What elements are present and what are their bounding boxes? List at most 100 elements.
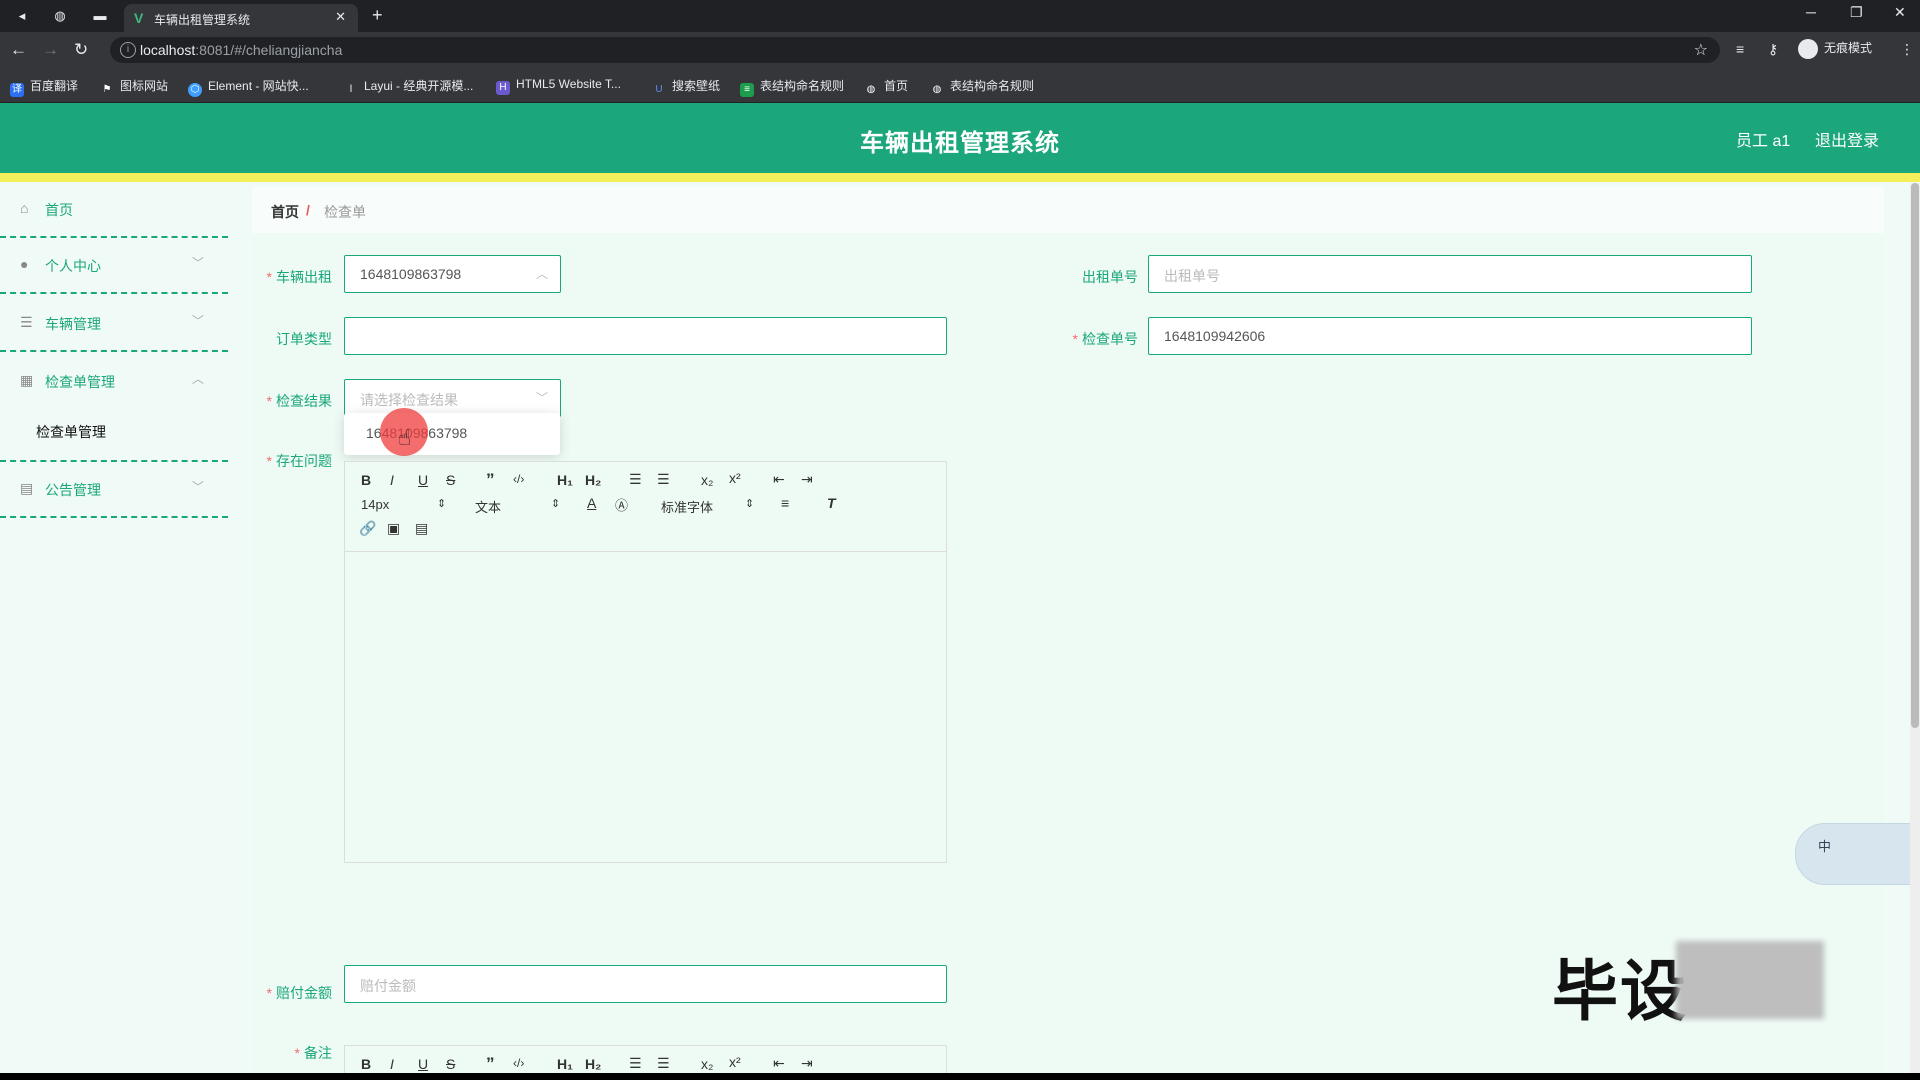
ordered-list-icon[interactable]: ☰ [629,1055,642,1072]
speaker-icon[interactable]: ◂ [12,6,32,26]
browser-menu-icon[interactable]: ⋮ [1900,41,1914,58]
strike-icon[interactable]: S [446,472,455,488]
h1-icon[interactable]: H₁ [557,1056,573,1072]
ime-floating-widget[interactable]: 中 [1795,823,1920,885]
breadcrumb-home[interactable]: 首页 [271,202,299,222]
close-tab-icon[interactable]: ✕ [335,9,346,25]
indent-right-icon[interactable]: ⇥ [801,471,813,488]
car-rent-select[interactable]: 1648109863798 ︿ [344,255,561,293]
bold-icon[interactable]: B [361,1056,371,1072]
window-icon[interactable]: ▬ [90,6,110,26]
rent-no-placeholder: 出租单号 [1164,268,1220,284]
image-icon[interactable]: ▣ [387,520,400,537]
sidebar-item-checklists[interactable]: ▦ 检查单管理 ︿ 检查单管理 [0,354,228,462]
key-icon[interactable]: ⚷ [1768,41,1778,58]
app-header: 车辆出租管理系统 员工 a1 退出登录 [0,103,1920,173]
problems-editor[interactable]: B I U S ” ‹/› H₁ H₂ ☰ ☰ x₂ x² ⇤ ⇥ 14px ⇕… [344,461,947,863]
bookmark-item[interactable]: ⬡ Element - 网站快... [188,77,309,97]
bookmark-item[interactable]: l Layui - 经典开源模... [344,77,473,97]
order-type-input[interactable] [344,317,947,355]
reload-icon[interactable]: ↻ [74,40,88,60]
bottom-strip [0,1073,1920,1080]
submenu-checklist-manage[interactable]: 检查单管理 [36,422,106,442]
link-icon[interactable]: 🔗 [359,520,376,537]
italic-icon[interactable]: I [390,472,394,488]
sidebar-item-personal[interactable]: ● 个人中心 ﹀ [0,238,228,294]
align-icon[interactable]: ≡ [781,495,789,511]
bookmark-item[interactable]: ⚑ 图标网站 [100,77,169,97]
italic-icon[interactable]: I [390,1056,394,1072]
minimize-icon[interactable]: ─ [1806,4,1816,20]
sidebar-item-notices[interactable]: ▤ 公告管理 ﹀ [0,462,228,518]
underline-icon[interactable]: U [418,472,428,488]
bookmark-item[interactable]: ◍ 表结构命名规则 [930,77,1034,97]
check-no-input[interactable]: 1648109942606 [1148,317,1752,355]
remark-editor[interactable]: B I U S ” ‹/› H₁ H₂ ☰ ☰ x₂ x² ⇤ ⇥ [344,1045,947,1073]
bookmark-item[interactable]: H HTML5 Website T... [496,77,621,95]
rent-no-input[interactable]: 出租单号 [1148,255,1752,293]
sidebar-item-home[interactable]: ⌂ 首页 [0,182,228,238]
bullet-list-icon[interactable]: ☰ [657,1055,670,1072]
sidebar-item-vehicles[interactable]: ☰ 车辆管理 ﹀ [0,296,228,352]
sidebar-item-label: 个人中心 [45,258,101,274]
indent-left-icon[interactable]: ⇤ [773,1055,785,1072]
bookmark-item[interactable]: 译百度翻译 [10,77,78,97]
video-icon[interactable]: ▤ [415,520,428,537]
current-user[interactable]: 员工 a1 [1736,127,1790,151]
layui-icon: l [349,84,353,95]
text-type-select[interactable]: 文本 [475,497,501,516]
browser-tab-active[interactable]: V 车辆出租管理系统 ✕ [124,4,358,32]
ordered-list-icon[interactable]: ☰ [629,471,642,488]
forward-icon[interactable]: → [42,40,59,60]
bookmark-item[interactable]: U 搜索壁纸 [652,77,720,97]
bookmark-label: Layui - 经典开源模... [364,79,474,93]
globe-icon[interactable]: ◍ [50,6,70,26]
url-field[interactable]: i localhost:8081/#/cheliangjiancha ☆ [110,37,1720,63]
bookmark-item[interactable]: ≡ 表结构命名规则 [740,77,844,97]
h2-icon[interactable]: H₂ [585,472,601,488]
bg-color-icon[interactable]: Ⓐ [615,495,628,514]
strike-icon[interactable]: S [446,1056,455,1072]
h1-icon[interactable]: H₁ [557,472,573,488]
watermark-blur [1676,941,1824,1019]
hand-cursor-icon: ☝ [398,425,412,450]
subscript-icon[interactable]: x₂ [701,1056,713,1072]
indent-right-icon[interactable]: ⇥ [801,1055,813,1072]
font-color-icon[interactable]: A [587,495,596,511]
bold-icon[interactable]: B [361,472,371,488]
logout-button[interactable]: 退出登录 [1815,127,1879,151]
subscript-icon[interactable]: x₂ [701,472,713,488]
check-result-select[interactable]: 请选择检查结果 ﹀ [344,379,561,417]
scrollbar-thumb[interactable] [1911,183,1919,728]
editor-toolbar: B I U S ” ‹/› H₁ H₂ ☰ ☰ x₂ x² ⇤ ⇥ 14px ⇕… [345,462,946,552]
clear-format-icon[interactable]: T [827,495,836,511]
quote-icon[interactable]: ” [486,470,495,490]
compensation-input[interactable]: 赔付金额 [344,965,947,1003]
superscript-icon[interactable]: x² [729,470,741,486]
page-scrollbar[interactable] [1910,183,1920,1073]
reading-list-icon[interactable]: ≡ [1736,41,1744,57]
bookmark-star-icon[interactable]: ☆ [1694,40,1708,60]
close-window-icon[interactable]: ✕ [1894,4,1906,21]
sidebar-item-label: 公告管理 [45,482,101,498]
compensation-placeholder: 赔付金额 [360,978,416,994]
code-icon[interactable]: ‹/› [513,472,524,486]
quote-icon[interactable]: ” [486,1054,495,1073]
restore-icon[interactable]: ❐ [1850,4,1863,21]
info-icon[interactable]: i [120,42,136,58]
notice-icon: ▤ [20,480,34,496]
url-rest: :8081/#/cheliangjiancha [195,42,343,58]
select-arrow-icon: ⇕ [551,498,561,510]
new-tab-button[interactable]: + [372,5,383,26]
code-icon[interactable]: ‹/› [513,1056,524,1070]
bullet-list-icon[interactable]: ☰ [657,471,670,488]
bookmark-item[interactable]: ◍ 首页 [864,77,908,97]
h2-icon[interactable]: H₂ [585,1056,601,1072]
incognito-profile[interactable]: 无痕模式 [1798,39,1872,59]
font-size-select[interactable]: 14px [361,497,389,512]
superscript-icon[interactable]: x² [729,1054,741,1070]
indent-left-icon[interactable]: ⇤ [773,471,785,488]
back-icon[interactable]: ← [10,40,27,60]
font-family-select[interactable]: 标准字体 [661,497,713,516]
underline-icon[interactable]: U [418,1056,428,1072]
